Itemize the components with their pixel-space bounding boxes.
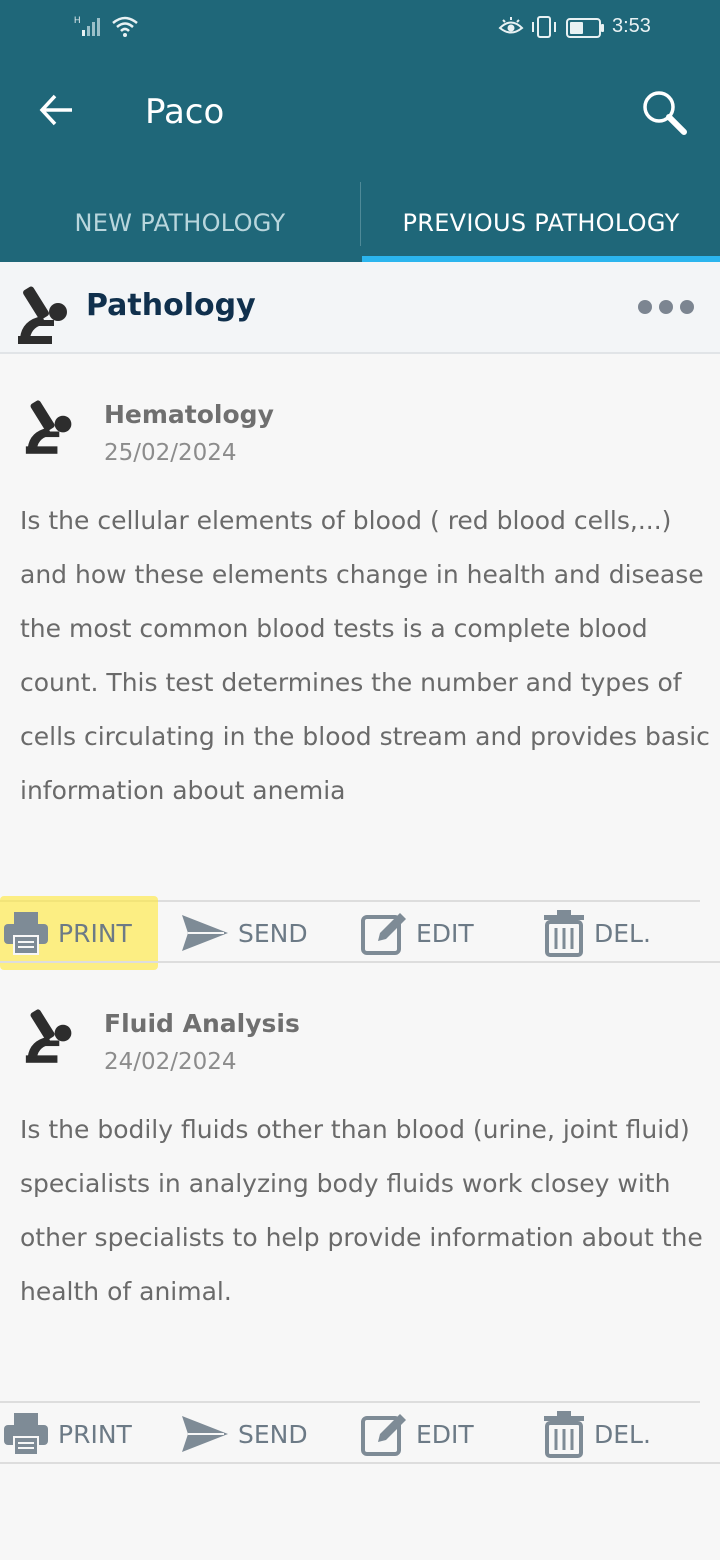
delete-button[interactable]: DEL. <box>542 1403 651 1465</box>
record-description: Is the cellular elements of blood ( red … <box>20 506 710 805</box>
send-label: SEND <box>238 918 308 948</box>
send-icon <box>182 915 228 951</box>
print-button[interactable]: PRINT <box>2 1403 132 1465</box>
page-title: Paco <box>145 92 225 132</box>
record-date: 25/02/2024 <box>104 440 237 466</box>
send-label: SEND <box>238 1419 308 1449</box>
more-dot <box>659 300 673 314</box>
edit-button[interactable]: EDIT <box>360 902 474 964</box>
printer-icon <box>4 1413 48 1456</box>
send-button[interactable]: SEND <box>180 1403 308 1465</box>
send-icon <box>182 1416 228 1452</box>
tab-new-pathology[interactable]: NEW PATHOLOGY <box>0 184 360 262</box>
edit-icon <box>361 913 406 955</box>
signal-label: H <box>74 15 81 25</box>
edit-label: EDIT <box>416 1419 474 1449</box>
battery-icon <box>566 18 606 42</box>
trash-icon <box>544 1411 584 1458</box>
microscope-icon <box>16 280 72 350</box>
more-options-button[interactable] <box>638 292 694 322</box>
record-title: Hematology <box>104 400 274 429</box>
arrow-left-icon <box>39 94 72 126</box>
edit-label: EDIT <box>416 918 474 948</box>
back-button[interactable] <box>32 86 80 134</box>
record-actions: PRINT SEND EDIT DEL. <box>0 896 700 970</box>
app-bar: H 3:53 Paco NEW PATHOLOGY PREVIOUS PATHO… <box>0 0 720 262</box>
divider <box>0 961 720 963</box>
delete-label: DEL. <box>594 1419 651 1449</box>
vibrate-icon <box>530 16 558 42</box>
divider <box>0 1462 720 1464</box>
delete-button[interactable]: DEL. <box>542 902 651 964</box>
signal-icon: H <box>74 14 104 42</box>
microscope-icon <box>24 1001 76 1071</box>
print-label: PRINT <box>58 1419 132 1449</box>
microscope-icon <box>24 392 76 462</box>
search-icon <box>643 91 687 135</box>
section-title: Pathology <box>86 288 256 323</box>
delete-label: DEL. <box>594 918 651 948</box>
more-dot <box>680 300 694 314</box>
eye-comfort-icon <box>498 17 524 41</box>
record-actions: PRINT SEND EDIT DEL. <box>0 1401 700 1463</box>
section-header: Pathology <box>0 262 720 354</box>
trash-icon <box>544 910 584 957</box>
send-button[interactable]: SEND <box>180 902 308 964</box>
edit-icon <box>361 1414 406 1456</box>
edit-button[interactable]: EDIT <box>360 1403 474 1465</box>
status-time: 3:53 <box>612 15 651 37</box>
record-description: Is the bodily fluids other than blood (u… <box>20 1115 703 1306</box>
print-button[interactable]: PRINT <box>2 902 132 964</box>
more-dot <box>638 300 652 314</box>
tab-divider <box>360 182 361 246</box>
tab-previous-pathology[interactable]: PREVIOUS PATHOLOGY <box>362 184 720 262</box>
printer-icon <box>4 912 48 955</box>
print-label: PRINT <box>58 918 132 948</box>
record-title: Fluid Analysis <box>104 1009 300 1038</box>
status-bar: H 3:53 <box>0 0 720 56</box>
search-button[interactable] <box>636 84 692 140</box>
record-date: 24/02/2024 <box>104 1049 237 1075</box>
wifi-icon <box>112 16 138 42</box>
